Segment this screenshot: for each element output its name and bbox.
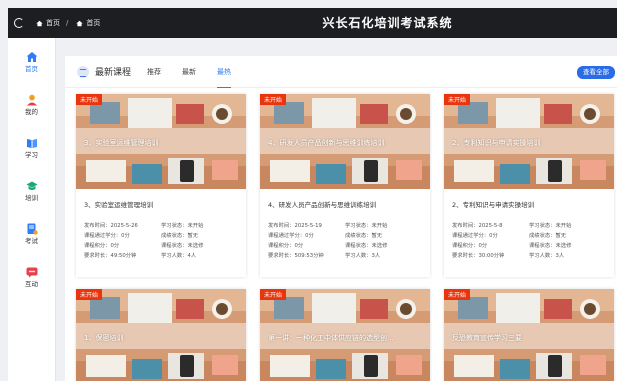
course-thumbnail[interactable]: 未开始 2、专利知识与申请实操培训 [444,94,614,189]
tab-recommended[interactable]: 推荐 [147,56,161,88]
course-thumbnail[interactable]: 未开始 第一讲：一种化工中体供应链的选型创... [260,289,430,381]
breadcrumb: 首页 / 首页 [30,18,100,28]
breadcrumb-separator: / [66,19,69,27]
thumbnail-title: 反恐教育宣传学习三要 [452,334,522,342]
course-info: 发布时间：2025-5-19 学习状态：未开始 课程通过学分：0分 成绩状态：暂无 课程… [260,221,430,259]
status-badge: 未开始 [260,94,287,105]
course-info-field: 课程积分：0分 [268,243,304,249]
thumbnail-title: 2、专利知识与申请实操培训 [452,139,541,147]
sidebar-item-user[interactable]: 我的 [8,83,55,124]
course-info-field: 成绩状态：暂无 [345,233,383,239]
course-card[interactable]: 未开始 第一讲：一种化工中体供应链的选型创... [260,289,430,381]
course-info-field: 课程积分：0分 [452,243,488,249]
home-icon [26,48,38,62]
sidebar: 首页 我的 学习 培训 考试 互动 [8,38,56,381]
tab-hottest[interactable]: 最热 [217,56,232,88]
status-badge: 未开始 [444,94,471,105]
sidebar-item-label: 互动 [25,280,38,288]
exam-icon [26,220,38,235]
user-icon [26,91,38,106]
breadcrumb-item[interactable]: 首页 [86,18,100,28]
top-bar: 首页 / 首页 兴长石化培训考试系统 [8,8,617,38]
course-info-field: 课程通过学分：0分 [452,233,498,239]
course-info-field: 学习状态：未开始 [161,223,204,229]
course-tabs-row: 最新课程 推荐 最新 最热 查看全部 [65,56,617,88]
course-info-field: 发布时间：2025-5-26 [84,223,138,229]
graduation-cap-icon [26,177,38,190]
course-card[interactable]: 未开始 2、专利知识与申请实操培训 2、专利知识与申请实操培训 发布时间：202… [444,94,614,277]
main-panel: 最新课程 推荐 最新 最热 查看全部 未开始 3、实验室运维管理培训 3、实验室… [65,56,617,381]
sidebar-item-exam[interactable]: 考试 [8,212,55,253]
course-info-field: 课程状态：未选修 [529,243,572,249]
course-card[interactable]: 未开始 4、研发人员产品创新与思维训练培训 4、研发人员产品创新与思维训练培训 … [260,94,430,277]
course-info-field: 学习状态：未开始 [345,223,388,229]
course-info: 发布时间：2025-5-26 学习状态：未开始 课程通过学分：0分 成绩状态：暂无 课程… [76,221,246,259]
course-title[interactable]: 4、研发人员产品创新与思维训练培训 [260,189,430,221]
page: 首页 / 首页 兴长石化培训考试系统 首页 我的 学习 培训 考试 互动 最新课… [0,0,617,381]
course-info-field: 课程状态：未选修 [161,243,204,249]
book-icon [26,134,38,148]
course-info: 发布时间：2025-5-8 学习状态：未开始课程通过学分：0分 成绩状态：暂无课程积… [444,221,614,259]
status-badge: 未开始 [260,289,287,300]
course-info-field: 课程通过学分：0分 [84,233,130,239]
sidebar-item-label: 首页 [25,65,38,73]
home-icon [36,20,43,26]
sidebar-item-label: 学习 [25,151,38,159]
course-info-field: 学习人数：3人 [529,253,565,259]
course-info-field: 成绩状态：暂无 [529,233,567,239]
course-title[interactable]: 2、专利知识与申请实操培训 [444,189,614,221]
course-info-field: 发布时间：2025-5-19 [268,223,322,229]
status-badge: 未开始 [76,94,103,105]
course-title[interactable]: 3、实验室运维管理培训 [76,189,246,221]
status-badge: 未开始 [76,289,103,300]
course-info-field: 发布时间：2025-5-8 [452,223,503,229]
tab-latest[interactable]: 最新 [182,56,196,88]
view-all-button[interactable]: 查看全部 [577,66,615,79]
sidebar-item-chat[interactable]: 互动 [8,255,55,296]
section-title: 最新课程 [95,68,132,78]
course-thumbnail[interactable]: 未开始 1、保密培训 [76,289,246,381]
course-card[interactable]: 未开始 3、实验室运维管理培训 3、实验室运维管理培训 发布时间：2025-5-… [76,94,246,277]
thumbnail-title: 4、研发人员产品创新与思维训练培训 [268,139,385,147]
course-thumbnail[interactable]: 未开始 3、实验室运维管理培训 [76,94,246,189]
course-info-field: 成绩状态：暂无 [161,233,199,239]
sidebar-item-label: 考试 [25,237,38,245]
course-info-field: 课程状态：未选修 [345,243,388,249]
course-info-field: 要求时长：30:00分钟 [452,253,505,259]
thumbnail-title: 3、实验室运维管理培训 [84,139,159,147]
course-card[interactable]: 未开始 反恐教育宣传学习三要 [444,289,614,381]
refresh-icon[interactable] [14,18,24,28]
thumbnail-title: 第一讲：一种化工中体供应链的选型创... [268,334,394,342]
course-thumbnail[interactable]: 未开始 反恐教育宣传学习三要 [444,289,614,381]
list-icon [77,65,89,78]
sidebar-item-label: 我的 [25,108,38,116]
sidebar-item-book[interactable]: 学习 [8,126,55,167]
course-info-field: 学习状态：未开始 [529,223,572,229]
home-icon [76,20,84,26]
course-card[interactable]: 未开始 1、保密培训 [76,289,246,381]
sidebar-item-label: 培训 [25,194,38,202]
status-badge: 未开始 [444,289,471,300]
thumbnail-title: 1、保密培训 [84,334,124,342]
course-thumbnail[interactable]: 未开始 4、研发人员产品创新与思维训练培训 [260,94,430,189]
sidebar-item-home[interactable]: 首页 [8,40,55,81]
chat-icon [26,263,38,278]
course-info-field: 课程积分：0分 [84,243,120,249]
course-info-field: 学习人数：3人 [345,253,381,259]
course-info-field: 课程通过学分：0分 [268,233,314,239]
course-info-field: 要求时长：509:53分钟 [268,253,324,259]
course-info-field: 学习人数：4人 [161,253,197,259]
sidebar-item-graduation-cap[interactable]: 培训 [8,169,55,210]
course-info-field: 要求时长：49:50分钟 [84,253,137,259]
breadcrumb-item[interactable]: 首页 [46,18,60,28]
